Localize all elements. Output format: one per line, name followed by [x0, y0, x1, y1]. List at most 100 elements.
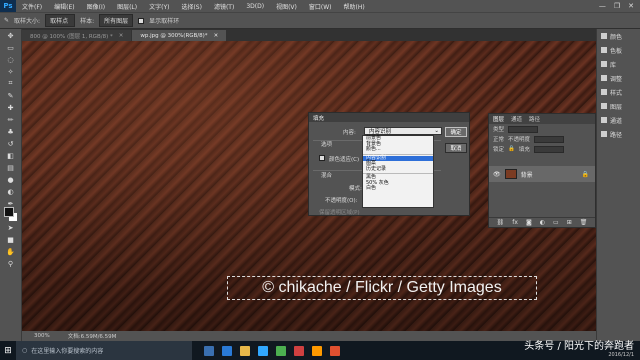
- panel-libraries[interactable]: 库: [597, 57, 640, 71]
- panel-color[interactable]: 颜色: [597, 29, 640, 43]
- panel-layers[interactable]: 图层: [597, 99, 640, 113]
- panel-label: 图层: [610, 103, 623, 111]
- blend-mode[interactable]: 正常: [493, 135, 504, 143]
- panel-label: 路径: [610, 131, 623, 139]
- menu-image[interactable]: 图像(I): [81, 2, 111, 11]
- blur-tool-icon[interactable]: ●: [4, 174, 18, 185]
- menu-view[interactable]: 视图(V): [270, 2, 303, 11]
- path-select-icon[interactable]: ➤: [4, 222, 18, 233]
- lock-label: 锁定: [493, 147, 505, 153]
- panel-dock: 颜色 色板 库 调整 样式 图层 通道 路径: [596, 29, 640, 341]
- show-ring-checkbox[interactable]: [138, 17, 145, 24]
- eyedropper-tool-icon[interactable]: ✎: [4, 90, 18, 101]
- file-explorer-icon[interactable]: [240, 345, 250, 356]
- edge-icon[interactable]: [222, 345, 232, 356]
- brush-tool-icon[interactable]: ✏: [4, 114, 18, 125]
- kind-filter[interactable]: [508, 125, 539, 133]
- new-layer-icon[interactable]: ⊞: [567, 219, 572, 226]
- color-adapt-checkbox[interactable]: [319, 155, 325, 161]
- photoshop-taskbar-icon[interactable]: [258, 345, 268, 356]
- layer-row-background[interactable]: 👁 背景 🔒: [489, 166, 595, 182]
- hand-tool-icon[interactable]: ✋: [4, 246, 18, 257]
- folder-icon[interactable]: ▭: [553, 219, 559, 226]
- menu-layer[interactable]: 图层(L): [111, 2, 143, 11]
- history-brush-icon[interactable]: ↺: [4, 138, 18, 149]
- tab-doc-1[interactable]: 800 @ 100% (图层 1, RGB/8) * ✕: [22, 30, 132, 41]
- close-icon[interactable]: ✕: [214, 33, 219, 39]
- taskbar-search[interactable]: ○ 在这里输入你要搜索的内容: [16, 341, 192, 360]
- panel-swatches[interactable]: 色板: [597, 43, 640, 57]
- tab-paths[interactable]: 路径: [529, 115, 540, 123]
- preserve-transparency-label[interactable]: 保留透明区域(P): [319, 208, 360, 216]
- adjustment-layer-icon[interactable]: ◐: [540, 219, 545, 226]
- layers-panel-footer: ⛓ fx ◙ ◐ ▭ ⊞ 🗑: [489, 217, 595, 227]
- minimize-icon[interactable]: —: [599, 2, 606, 10]
- panel-channels[interactable]: 通道: [597, 113, 640, 127]
- menu-help[interactable]: 帮助(H): [338, 2, 371, 11]
- menu-select[interactable]: 选择(S): [175, 2, 208, 11]
- link-icon[interactable]: ⛓: [497, 219, 505, 226]
- menu-type[interactable]: 文字(Y): [143, 2, 175, 11]
- fill-field[interactable]: [533, 145, 564, 153]
- marquee-tool-icon[interactable]: ▭: [4, 42, 18, 53]
- sample-select[interactable]: 所有图层: [99, 14, 134, 27]
- menu-edit[interactable]: 编辑(E): [48, 2, 80, 11]
- fx-icon[interactable]: fx: [512, 219, 518, 226]
- ok-button[interactable]: 确定: [445, 127, 467, 137]
- stamp-tool-icon[interactable]: ♣: [4, 126, 18, 137]
- panel-styles[interactable]: 样式: [597, 85, 640, 99]
- menu-3d[interactable]: 3D(D): [240, 3, 270, 10]
- status-bar: 300% 文档:6.59M/6.59M: [22, 331, 596, 341]
- task-view-icon[interactable]: [204, 345, 214, 356]
- panel-adjustments[interactable]: 调整: [597, 71, 640, 85]
- panel-label: 样式: [610, 89, 623, 97]
- libraries-icon: [601, 61, 607, 67]
- cancel-button[interactable]: 取消: [445, 143, 467, 153]
- start-icon[interactable]: ⊞: [0, 341, 16, 360]
- foreground-color-swatch[interactable]: [4, 207, 14, 217]
- tab-doc-2[interactable]: wp.jpg @ 300%(RGB/8)* ✕: [132, 30, 227, 41]
- quick-select-tool-icon[interactable]: ✧: [4, 66, 18, 77]
- healing-tool-icon[interactable]: ✚: [4, 102, 18, 113]
- gradient-tool-icon[interactable]: ▤: [4, 162, 18, 173]
- shape-tool-icon[interactable]: ■: [4, 234, 18, 245]
- dropdown-option[interactable]: 颜色...: [363, 146, 433, 153]
- eyedropper-icon[interactable]: ✎: [4, 17, 9, 24]
- visibility-eye-icon[interactable]: 👁: [493, 171, 501, 178]
- zoom-tool-icon[interactable]: ⚲: [4, 258, 18, 269]
- opacity-field[interactable]: [534, 135, 565, 143]
- app-icon[interactable]: [276, 345, 286, 356]
- sample-size-label: 取样大小:: [14, 18, 41, 25]
- move-tool-icon[interactable]: ✥: [4, 30, 18, 41]
- dodge-tool-icon[interactable]: ◐: [4, 186, 18, 197]
- adjustments-icon: [601, 75, 607, 81]
- eraser-tool-icon[interactable]: ◧: [4, 150, 18, 161]
- restore-icon[interactable]: ❐: [614, 2, 620, 10]
- menu-window[interactable]: 窗口(W): [303, 2, 338, 11]
- crop-tool-icon[interactable]: ⌗: [4, 78, 18, 89]
- mask-icon[interactable]: ◙: [526, 219, 532, 226]
- tab-layers[interactable]: 图层: [493, 115, 504, 123]
- panel-paths[interactable]: 路径: [597, 127, 640, 141]
- app-icon[interactable]: [294, 345, 304, 356]
- close-icon[interactable]: ✕: [119, 33, 124, 39]
- illustrator-icon[interactable]: [312, 345, 322, 356]
- lock-icon[interactable]: 🔒: [508, 146, 515, 152]
- contents-select[interactable]: 内容识别 ⌄: [364, 127, 442, 135]
- sample-size-select[interactable]: 取样点: [45, 14, 76, 27]
- lasso-tool-icon[interactable]: ◌: [4, 54, 18, 65]
- kind-label[interactable]: 类型: [493, 125, 504, 133]
- menu-filter[interactable]: 滤镜(T): [208, 2, 240, 11]
- close-icon[interactable]: ✕: [628, 2, 634, 10]
- tab-label: wp.jpg @ 300%(RGB/8)*: [140, 32, 208, 39]
- panel-label: 通道: [610, 117, 623, 125]
- trash-icon[interactable]: 🗑: [580, 219, 588, 226]
- tab-channels[interactable]: 通道: [511, 115, 522, 123]
- menu-file[interactable]: 文件(F): [16, 2, 48, 11]
- window-controls: — ❐ ✕: [599, 2, 640, 10]
- dropdown-option[interactable]: 白色: [363, 185, 433, 192]
- dropdown-option[interactable]: 历史记录: [363, 166, 433, 173]
- app-icon[interactable]: [330, 345, 340, 356]
- zoom-level[interactable]: 300%: [34, 333, 50, 339]
- clock-date[interactable]: 2016/12/1: [608, 351, 634, 360]
